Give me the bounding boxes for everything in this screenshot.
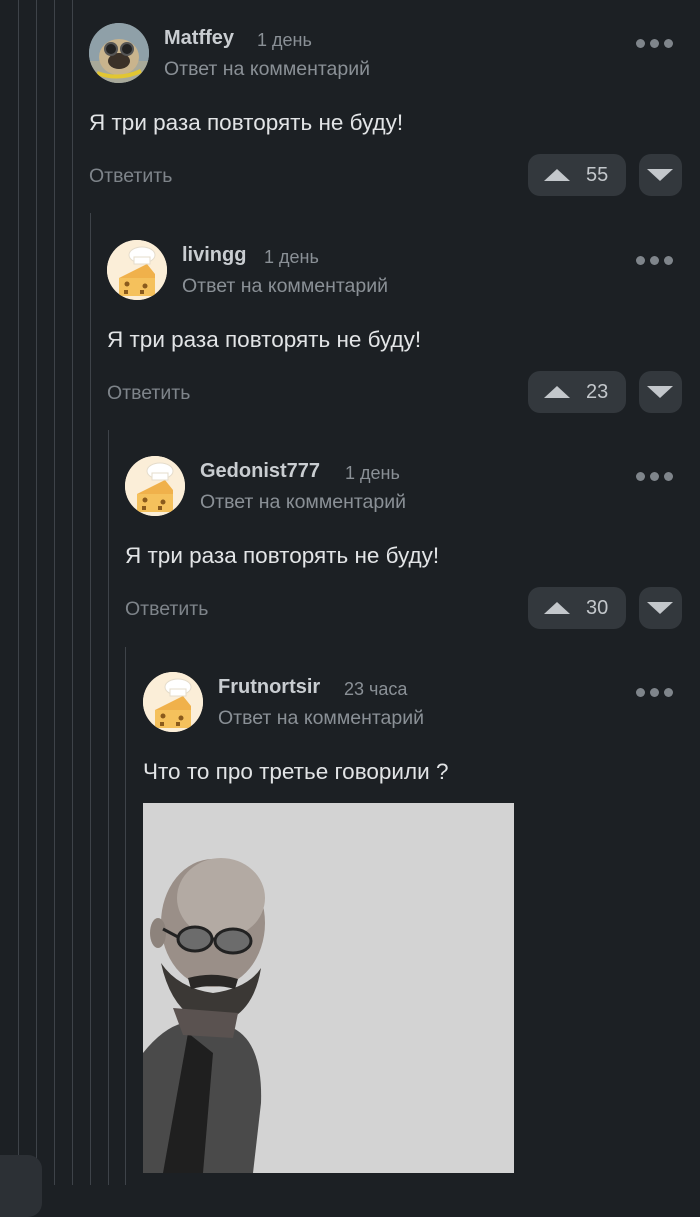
arrow-down-icon — [647, 602, 673, 614]
thread-line — [72, 0, 73, 1185]
more-options-icon[interactable] — [636, 688, 674, 698]
more-options-icon[interactable] — [636, 39, 674, 49]
vote-count: 23 — [586, 381, 609, 403]
avatar[interactable] — [107, 240, 167, 300]
avatar[interactable] — [143, 672, 203, 732]
reply-note[interactable]: Ответ на комментарий — [218, 707, 424, 730]
username[interactable]: livingg — [182, 244, 246, 267]
chef-cheese-avatar-icon — [143, 672, 203, 732]
username[interactable]: Frutnortsir — [218, 676, 320, 699]
comment-time: 1 день — [257, 30, 312, 50]
downvote-button[interactable] — [639, 371, 682, 413]
reply-note[interactable]: Ответ на комментарий — [182, 275, 388, 298]
comment-time: 1 день — [345, 463, 400, 483]
avatar[interactable] — [125, 456, 185, 516]
upvote-button[interactable]: 30 — [528, 587, 626, 629]
pug-avatar-icon — [89, 23, 149, 83]
vote-count: 30 — [586, 597, 609, 619]
reply-note[interactable]: Ответ на комментарий — [164, 58, 370, 81]
more-options-icon[interactable] — [636, 256, 674, 266]
grayscale-photo-man-with-glasses — [143, 803, 514, 1173]
arrow-up-icon — [544, 169, 570, 181]
thread-line — [125, 647, 126, 1185]
username[interactable]: Gedonist777 — [200, 460, 320, 483]
username[interactable]: Matffey — [164, 27, 234, 50]
floating-action-button[interactable] — [0, 1155, 42, 1217]
avatar[interactable] — [89, 23, 149, 83]
comment-text: Что то про третье говорили ? — [143, 759, 449, 784]
arrow-down-icon — [647, 386, 673, 398]
arrow-down-icon — [647, 169, 673, 181]
comment-text: Я три раза повторять не буду! — [89, 110, 404, 135]
comment-time: 1 день — [264, 247, 319, 267]
more-options-icon[interactable] — [636, 472, 674, 482]
reply-button[interactable]: Ответить — [125, 598, 208, 621]
upvote-button[interactable]: 55 — [528, 154, 626, 196]
upvote-button[interactable]: 23 — [528, 371, 626, 413]
reply-button[interactable]: Ответить — [107, 382, 190, 405]
comment-time: 23 часа — [344, 679, 408, 699]
comment-text: Я три раза повторять не буду! — [107, 327, 422, 352]
vote-count: 55 — [586, 164, 609, 186]
thread-line — [108, 430, 109, 1185]
arrow-up-icon — [544, 602, 570, 614]
arrow-up-icon — [544, 386, 570, 398]
thread-line — [90, 213, 91, 1185]
thread-line — [54, 0, 55, 1185]
comment-text: Я три раза повторять не буду! — [125, 543, 440, 568]
downvote-button[interactable] — [639, 587, 682, 629]
thread-line — [18, 0, 19, 1185]
thread-line — [36, 0, 37, 1185]
downvote-button[interactable] — [639, 154, 682, 196]
reply-note[interactable]: Ответ на комментарий — [200, 491, 406, 514]
chef-cheese-avatar-icon — [125, 456, 185, 516]
reply-button[interactable]: Ответить — [89, 165, 172, 188]
comment-image[interactable] — [143, 803, 514, 1173]
chef-cheese-avatar-icon — [107, 240, 167, 300]
